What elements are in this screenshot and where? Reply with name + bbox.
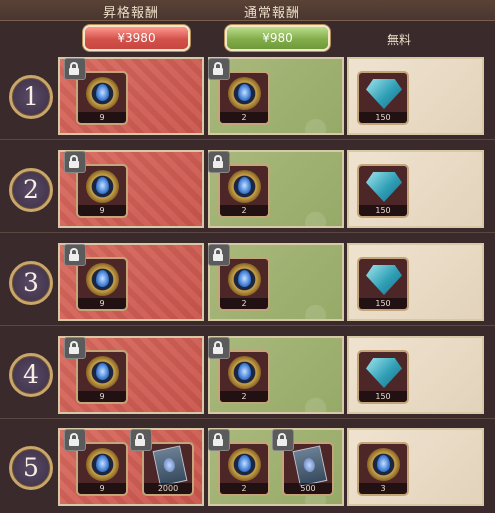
medal-icon — [228, 356, 261, 389]
lock-icon — [64, 337, 86, 359]
premium-reward-cell[interactable]: 9 — [58, 243, 204, 321]
lock-icon — [64, 151, 86, 173]
tier-number: 2 — [9, 168, 53, 212]
item-quantity: 2 — [220, 483, 268, 494]
reward-item[interactable]: 150 — [357, 350, 409, 404]
lock-icon — [208, 151, 230, 173]
medal-icon — [86, 77, 119, 110]
medal-icon — [86, 263, 119, 296]
row-divider — [0, 139, 495, 140]
lock-icon — [272, 429, 294, 451]
item-quantity: 3 — [359, 483, 407, 494]
gem-icon — [366, 79, 402, 109]
lock-icon — [208, 429, 230, 451]
item-quantity: 9 — [78, 112, 126, 123]
item-quantity: 2 — [220, 391, 268, 402]
item-quantity: 9 — [78, 205, 126, 216]
tier-number: 4 — [9, 353, 53, 397]
tier-number: 3 — [9, 261, 53, 305]
card-icon — [292, 445, 328, 487]
item-quantity: 2 — [220, 112, 268, 123]
free-column-label: 無料 — [387, 33, 412, 47]
lock-icon — [64, 429, 86, 451]
lock-icon — [64, 58, 86, 80]
gem-icon — [366, 358, 402, 388]
item-quantity: 2 — [220, 298, 268, 309]
free-reward-cell[interactable]: 150 — [347, 336, 484, 414]
premium-reward-cell[interactable]: 9 — [58, 57, 204, 135]
item-quantity: 500 — [284, 483, 332, 494]
premium-reward-cell[interactable]: 9 — [58, 336, 204, 414]
premium-reward-tab[interactable]: 昇格報酬 — [103, 2, 159, 21]
medal-icon — [86, 356, 119, 389]
gem-icon — [366, 172, 402, 202]
item-quantity: 150 — [359, 391, 407, 402]
medal-icon — [86, 448, 119, 481]
reward-item[interactable]: 3 — [357, 442, 409, 496]
free-reward-cell[interactable]: 150 — [347, 150, 484, 228]
normal-reward-cell[interactable]: 2 500 — [208, 428, 344, 506]
medal-icon — [228, 77, 261, 110]
tier-number: 1 — [9, 75, 53, 119]
gem-icon — [366, 265, 402, 295]
normal-reward-cell[interactable]: 2 — [208, 243, 344, 321]
item-quantity: 150 — [359, 205, 407, 216]
medal-icon — [228, 263, 261, 296]
item-quantity: 9 — [78, 298, 126, 309]
item-quantity: 9 — [78, 483, 126, 494]
item-quantity: 9 — [78, 391, 126, 402]
medal-icon — [228, 170, 261, 203]
reward-item[interactable]: 150 — [357, 164, 409, 218]
lock-icon — [208, 58, 230, 80]
item-quantity: 2 — [220, 205, 268, 216]
row-divider — [0, 325, 495, 326]
card-icon — [152, 445, 188, 487]
lock-icon — [208, 337, 230, 359]
free-reward-cell[interactable]: 3 — [347, 428, 484, 506]
tier-number: 5 — [9, 446, 53, 490]
free-reward-cell[interactable]: 150 — [347, 57, 484, 135]
reward-item[interactable]: 150 — [357, 257, 409, 311]
normal-reward-cell[interactable]: 2 — [208, 336, 344, 414]
normal-reward-cell[interactable]: 2 — [208, 57, 344, 135]
normal-reward-cell[interactable]: 2 — [208, 150, 344, 228]
premium-reward-cell[interactable]: 9 — [58, 150, 204, 228]
medal-icon — [86, 170, 119, 203]
reward-item[interactable]: 150 — [357, 71, 409, 125]
medal-icon — [367, 448, 400, 481]
item-quantity: 150 — [359, 298, 407, 309]
normal-price-button[interactable]: ¥980 — [227, 27, 328, 49]
lock-icon — [208, 244, 230, 266]
reward-header: 昇格報酬 通常報酬 — [0, 0, 495, 21]
row-divider — [0, 232, 495, 233]
item-quantity: 2000 — [144, 483, 192, 494]
premium-reward-cell[interactable]: 9 2000 — [58, 428, 204, 506]
row-divider — [0, 418, 495, 419]
premium-price-button[interactable]: ¥3980 — [85, 27, 188, 49]
lock-icon — [130, 429, 152, 451]
lock-icon — [64, 244, 86, 266]
free-reward-cell[interactable]: 150 — [347, 243, 484, 321]
normal-reward-tab[interactable]: 通常報酬 — [244, 2, 300, 21]
item-quantity: 150 — [359, 112, 407, 123]
medal-icon — [228, 448, 261, 481]
